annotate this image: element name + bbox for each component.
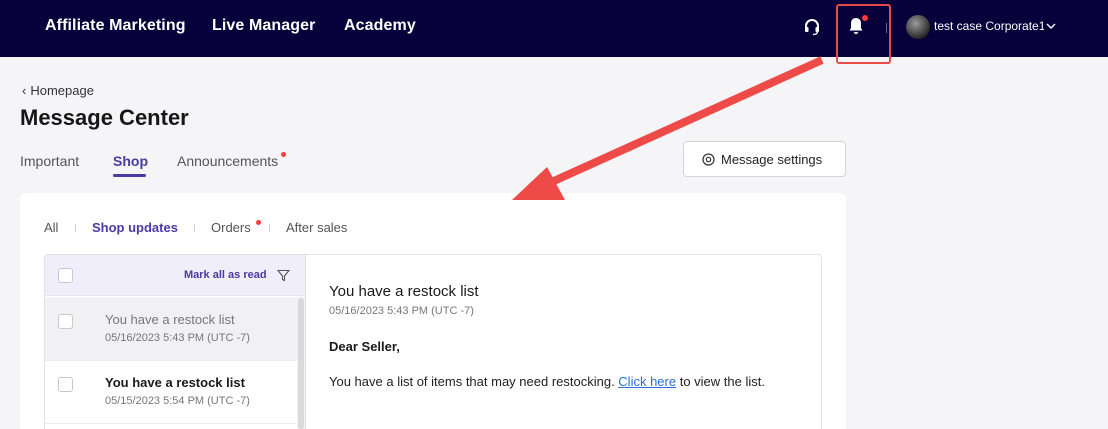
message-list-header: Mark all as read (45, 255, 306, 296)
message-time: 05/15/2023 5:54 PM (UTC -7) (105, 395, 250, 407)
detail-greeting: Dear Seller, (329, 339, 400, 354)
subtab-separator (194, 224, 195, 232)
headset-icon[interactable] (803, 18, 821, 36)
tab-important[interactable]: Important (20, 153, 79, 169)
message-title: You have a restock list (105, 312, 235, 327)
list-item[interactable]: You have a restock list 05/16/2023 5:43 … (45, 297, 306, 360)
account-name[interactable]: test case Corporate1 (934, 19, 1044, 33)
breadcrumb-label: Homepage (30, 83, 94, 98)
click-here-link[interactable]: Click here (618, 374, 676, 389)
detail-body-text: You have a list of items that may need r… (329, 374, 619, 389)
tab-shop[interactable]: Shop (113, 153, 148, 169)
chevron-down-icon[interactable] (1046, 22, 1056, 30)
chevron-left-icon: ‹ (22, 83, 27, 98)
subtab-after-sales[interactable]: After sales (286, 220, 347, 235)
subtab-separator (75, 224, 76, 232)
message-time: 05/16/2023 5:43 PM (UTC -7) (105, 332, 250, 344)
announcements-unread-dot (281, 152, 286, 157)
page-title: Message Center (20, 105, 189, 130)
message-settings-button[interactable]: Message settings (683, 141, 846, 177)
filter-icon[interactable] (277, 269, 290, 282)
tab-announcements[interactable]: Announcements (177, 153, 278, 169)
row-divider (45, 423, 306, 424)
subtab-shop-updates[interactable]: Shop updates (92, 220, 178, 235)
detail-body-text-end: to view the list. (676, 374, 765, 389)
list-item[interactable]: You have a restock list 05/15/2023 5:54 … (45, 361, 306, 424)
gear-icon (702, 153, 715, 166)
message-checkbox[interactable] (58, 314, 73, 329)
message-title: You have a restock list (105, 375, 245, 390)
avatar[interactable] (906, 15, 930, 39)
select-all-checkbox[interactable] (58, 268, 73, 283)
nav-academy[interactable]: Academy (344, 17, 416, 35)
message-list: Mark all as read You have a restock list… (44, 254, 306, 429)
subtab-separator (269, 224, 270, 232)
list-scrollbar-thumb[interactable] (298, 298, 304, 429)
detail-title: You have a restock list (329, 283, 479, 300)
active-tab-indicator (113, 174, 146, 177)
nav-live-manager[interactable]: Live Manager (212, 17, 315, 35)
orders-unread-dot (256, 220, 261, 225)
subtab-all[interactable]: All (44, 220, 58, 235)
mark-all-read-button[interactable]: Mark all as read (184, 269, 267, 281)
breadcrumb[interactable]: ‹ Homepage (22, 83, 94, 98)
subtab-orders[interactable]: Orders (211, 220, 251, 235)
annotation-highlight-box (836, 4, 891, 64)
detail-body: You have a list of items that may need r… (329, 374, 765, 389)
message-checkbox[interactable] (58, 377, 73, 392)
message-settings-label: Message settings (721, 152, 823, 167)
detail-time: 05/16/2023 5:43 PM (UTC -7) (329, 305, 474, 317)
nav-affiliate-marketing[interactable]: Affiliate Marketing (45, 17, 186, 35)
